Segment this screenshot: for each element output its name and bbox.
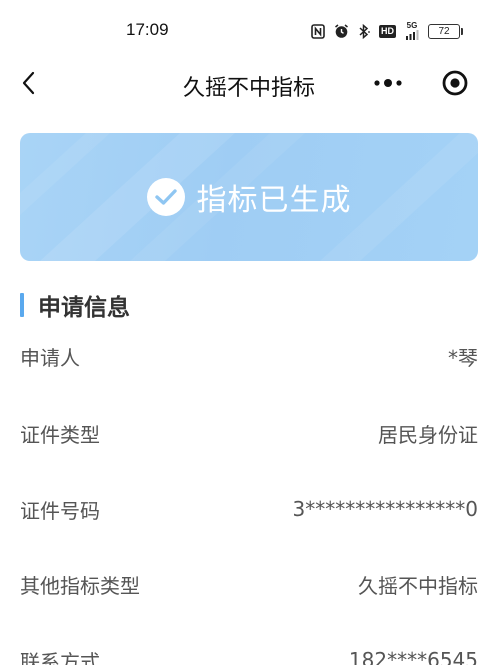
info-value: 3****************0 [292, 497, 478, 521]
nav-bar: 久摇不中指标 [0, 60, 498, 106]
app-screen: 17:09 HD 5G 72 久摇不中指标 指标已生成 申请信息 申请人 *琴 … [0, 0, 498, 665]
info-label: 证件类型 [20, 422, 100, 447]
info-label: 联系方式 [20, 649, 100, 665]
info-value: 居民身份证 [378, 422, 478, 447]
target-close-icon [442, 70, 468, 96]
info-value: *琴 [448, 345, 478, 370]
status-icons: HD 5G 72 [311, 21, 463, 41]
success-banner: 指标已生成 [20, 133, 478, 261]
alarm-icon [334, 23, 349, 39]
banner-text: 指标已生成 [196, 183, 352, 218]
more-button[interactable] [368, 68, 408, 98]
battery-level: 72 [428, 23, 463, 39]
info-row-id-type: 证件类型 居民身份证 [20, 413, 478, 453]
info-value: 久摇不中指标 [358, 573, 478, 598]
page-title: 久摇不中指标 [182, 76, 315, 101]
status-time: 17:09 [126, 20, 169, 39]
hd-icon: HD [379, 24, 396, 38]
info-label: 其他指标类型 [20, 573, 140, 598]
5g-signal-icon: 5G [405, 22, 419, 40]
section-header: 申请信息 [20, 290, 130, 321]
info-value: 182****6545 [348, 648, 478, 665]
close-button[interactable] [440, 68, 470, 98]
battery-icon: 72 [428, 23, 463, 39]
info-row-contact: 联系方式 182****6545 [20, 640, 478, 665]
section-title: 申请信息 [38, 295, 130, 321]
more-dots-icon [374, 79, 402, 87]
nfc-icon [311, 23, 325, 39]
status-bar: 17:09 HD 5G 72 [0, 0, 498, 60]
info-row-quota-type: 其他指标类型 久摇不中指标 [20, 564, 478, 604]
banner-content: 指标已生成 [20, 133, 478, 261]
check-circle-icon [146, 178, 185, 216]
info-label: 申请人 [20, 345, 80, 370]
bluetooth-icon [358, 23, 370, 39]
section-accent-bar [20, 293, 24, 317]
info-row-applicant: 申请人 *琴 [20, 336, 478, 376]
info-row-id-number: 证件号码 3****************0 [20, 489, 478, 529]
info-label: 证件号码 [20, 498, 100, 523]
